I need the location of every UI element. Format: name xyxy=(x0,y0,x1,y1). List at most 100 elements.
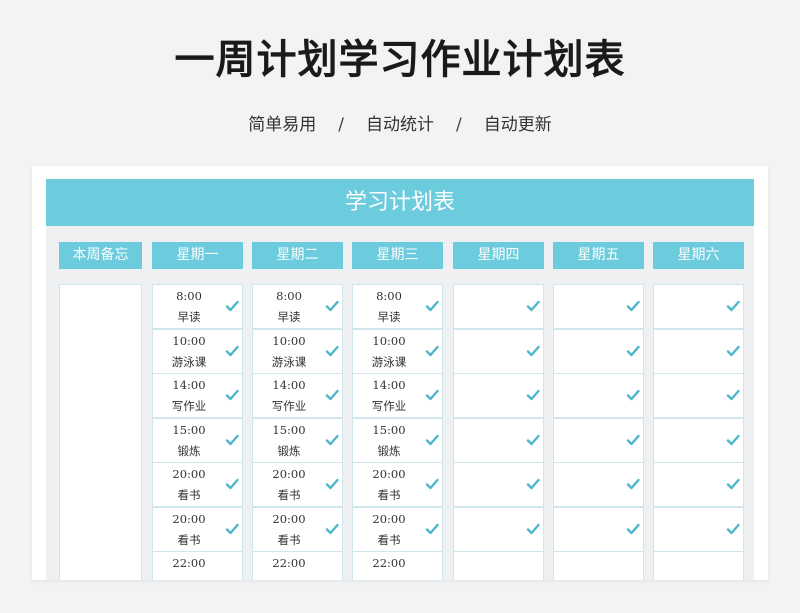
schedule-cell[interactable] xyxy=(453,373,544,418)
check-icon[interactable] xyxy=(425,344,439,358)
schedule-cell[interactable] xyxy=(453,284,544,329)
slot-task: 早读 xyxy=(377,310,401,324)
schedule-cell[interactable]: 20:00 看书 xyxy=(252,506,343,552)
check-icon[interactable] xyxy=(726,433,740,447)
schedule-cell[interactable]: 10:00 游泳课 xyxy=(152,328,243,374)
schedule-cell[interactable]: 15:00 锻炼 xyxy=(152,417,243,463)
schedule-cell[interactable]: 20:00 看书 xyxy=(252,462,343,507)
slot-task: 游泳课 xyxy=(271,354,307,369)
check-icon[interactable] xyxy=(726,299,740,313)
check-icon[interactable] xyxy=(225,299,239,313)
check-icon[interactable] xyxy=(325,522,339,536)
check-icon[interactable] xyxy=(225,522,239,536)
schedule-cell[interactable]: 14:00 写作业 xyxy=(252,373,343,418)
slot-task: 看书 xyxy=(177,532,201,547)
schedule-cell[interactable] xyxy=(653,551,744,580)
schedule-cell[interactable] xyxy=(553,373,644,418)
schedule-cell[interactable]: 20:00 看书 xyxy=(152,506,243,552)
check-icon[interactable] xyxy=(325,433,339,447)
sheet-title: 学习计划表 xyxy=(46,179,754,226)
check-icon[interactable] xyxy=(526,477,540,491)
check-icon[interactable] xyxy=(526,344,540,358)
check-icon[interactable] xyxy=(726,522,740,536)
schedule-cell[interactable] xyxy=(453,462,544,507)
schedule-cell[interactable]: 15:00 锻炼 xyxy=(252,417,343,463)
check-icon[interactable] xyxy=(626,433,640,447)
schedule-cell[interactable]: 14:00 写作业 xyxy=(152,373,243,418)
check-icon[interactable] xyxy=(526,433,540,447)
schedule-cell[interactable]: 8:00 早读 xyxy=(152,284,243,329)
schedule-cell[interactable]: 22:00 xyxy=(152,551,243,580)
day-header-6: 星期六 xyxy=(653,242,744,269)
check-icon[interactable] xyxy=(425,522,439,536)
schedule-cell[interactable]: 10:00 游泳课 xyxy=(352,328,443,374)
check-icon[interactable] xyxy=(225,388,239,402)
schedule-cell[interactable] xyxy=(653,417,744,463)
check-icon[interactable] xyxy=(325,477,339,491)
check-icon[interactable] xyxy=(526,299,540,313)
schedule-grid: 本周备忘 星期一 8:00 早读 10:00 游泳课 14:00 写作业 15:00 锻炼 20:… xyxy=(46,226,754,580)
schedule-cell[interactable] xyxy=(653,284,744,329)
check-icon[interactable] xyxy=(626,477,640,491)
slot-task: 早读 xyxy=(277,310,301,324)
check-icon[interactable] xyxy=(626,344,640,358)
subtitle-separator: / xyxy=(456,115,462,135)
schedule-cell[interactable] xyxy=(553,328,644,374)
day-header-3: 星期三 xyxy=(352,242,443,269)
check-icon[interactable] xyxy=(425,299,439,313)
slot-time: 15:00 xyxy=(172,422,206,437)
check-icon[interactable] xyxy=(526,522,540,536)
check-icon[interactable] xyxy=(726,477,740,491)
slot-time: 22:00 xyxy=(172,556,206,570)
check-icon[interactable] xyxy=(626,388,640,402)
check-icon[interactable] xyxy=(425,477,439,491)
schedule-cell[interactable] xyxy=(453,506,544,552)
subtitle-item-update: 自动更新 xyxy=(483,115,552,135)
check-icon[interactable] xyxy=(626,522,640,536)
schedule-cell[interactable] xyxy=(653,328,744,374)
schedule-cell[interactable]: 20:00 看书 xyxy=(352,506,443,552)
slot-time: 8:00 xyxy=(276,289,302,303)
slot-time: 15:00 xyxy=(272,422,306,437)
check-icon[interactable] xyxy=(726,388,740,402)
check-icon[interactable] xyxy=(225,344,239,358)
schedule-cell[interactable] xyxy=(653,462,744,507)
schedule-cell[interactable]: 10:00 游泳课 xyxy=(252,328,343,374)
slot-time: 10:00 xyxy=(172,333,206,348)
check-icon[interactable] xyxy=(626,299,640,313)
schedule-cell[interactable] xyxy=(453,551,544,580)
schedule-cell[interactable]: 8:00 早读 xyxy=(352,284,443,329)
schedule-cell[interactable] xyxy=(653,506,744,552)
schedule-cell[interactable]: 20:00 看书 xyxy=(352,462,443,507)
slot-time: 20:00 xyxy=(172,467,206,481)
schedule-cell[interactable]: 8:00 早读 xyxy=(252,284,343,329)
schedule-cell[interactable] xyxy=(553,506,644,552)
check-icon[interactable] xyxy=(325,388,339,402)
check-icon[interactable] xyxy=(726,344,740,358)
check-icon[interactable] xyxy=(325,299,339,313)
slot-task: 游泳课 xyxy=(371,354,407,369)
schedule-cell[interactable] xyxy=(553,462,644,507)
schedule-cell[interactable] xyxy=(553,284,644,329)
check-icon[interactable] xyxy=(225,433,239,447)
schedule-cell[interactable]: 22:00 xyxy=(352,551,443,580)
memo-area[interactable] xyxy=(59,284,142,580)
check-icon[interactable] xyxy=(225,477,239,491)
schedule-cell[interactable] xyxy=(453,417,544,463)
check-icon[interactable] xyxy=(325,344,339,358)
schedule-cell[interactable]: 22:00 xyxy=(252,551,343,580)
day-header-2: 星期二 xyxy=(252,242,343,269)
day-header-5: 星期五 xyxy=(553,242,644,269)
schedule-cell[interactable] xyxy=(653,373,744,418)
day-header-4: 星期四 xyxy=(453,242,544,269)
slot-task: 写作业 xyxy=(371,399,407,413)
schedule-cell[interactable] xyxy=(553,551,644,580)
check-icon[interactable] xyxy=(425,388,439,402)
schedule-cell[interactable] xyxy=(553,417,644,463)
check-icon[interactable] xyxy=(425,433,439,447)
schedule-cell[interactable]: 15:00 锻炼 xyxy=(352,417,443,463)
schedule-cell[interactable] xyxy=(453,328,544,374)
schedule-cell[interactable]: 20:00 看书 xyxy=(152,462,243,507)
schedule-cell[interactable]: 14:00 写作业 xyxy=(352,373,443,418)
check-icon[interactable] xyxy=(526,388,540,402)
